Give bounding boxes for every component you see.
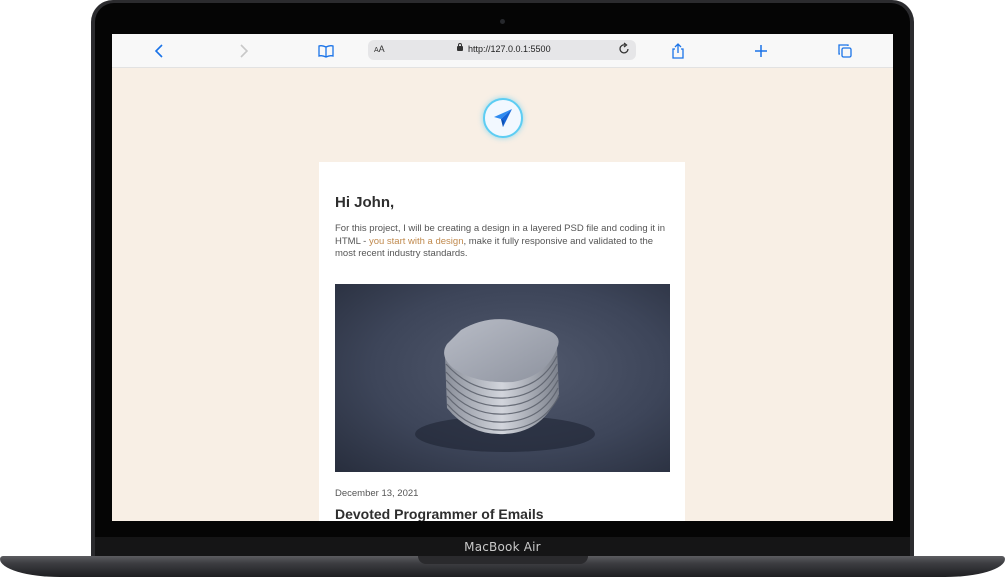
url-text: http://127.0.0.1:5500 <box>468 44 551 54</box>
greeting-heading: Hi John, <box>335 194 395 211</box>
email-card: Hi John, For this project, I will be cre… <box>319 162 685 521</box>
browser-screen: AA http://127.0.0.1:5500 Hi John, For th… <box>112 34 893 521</box>
post-title: Devoted Programmer of Emails <box>335 506 544 521</box>
back-icon[interactable] <box>151 42 169 60</box>
bookmarks-icon[interactable] <box>317 42 335 60</box>
device-label: MacBook Air <box>464 540 541 554</box>
paper-plane-icon <box>483 98 523 138</box>
share-icon[interactable] <box>669 42 687 60</box>
reload-icon[interactable] <box>618 42 630 59</box>
hero-image <box>335 284 670 472</box>
design-link[interactable]: you start with a design <box>369 236 464 247</box>
text-size-button[interactable]: AA <box>374 44 385 54</box>
post-date: December 13, 2021 <box>335 488 419 499</box>
new-tab-icon[interactable] <box>752 42 770 60</box>
camera-icon <box>500 19 505 24</box>
address-bar[interactable]: AA http://127.0.0.1:5500 <box>368 40 636 60</box>
laptop-notch <box>418 556 588 564</box>
intro-paragraph: For this project, I will be creating a d… <box>335 223 675 261</box>
forward-icon[interactable] <box>234 42 252 60</box>
lock-icon <box>457 43 463 51</box>
browser-toolbar: AA http://127.0.0.1:5500 <box>112 34 893 68</box>
tabs-icon[interactable] <box>836 42 854 60</box>
